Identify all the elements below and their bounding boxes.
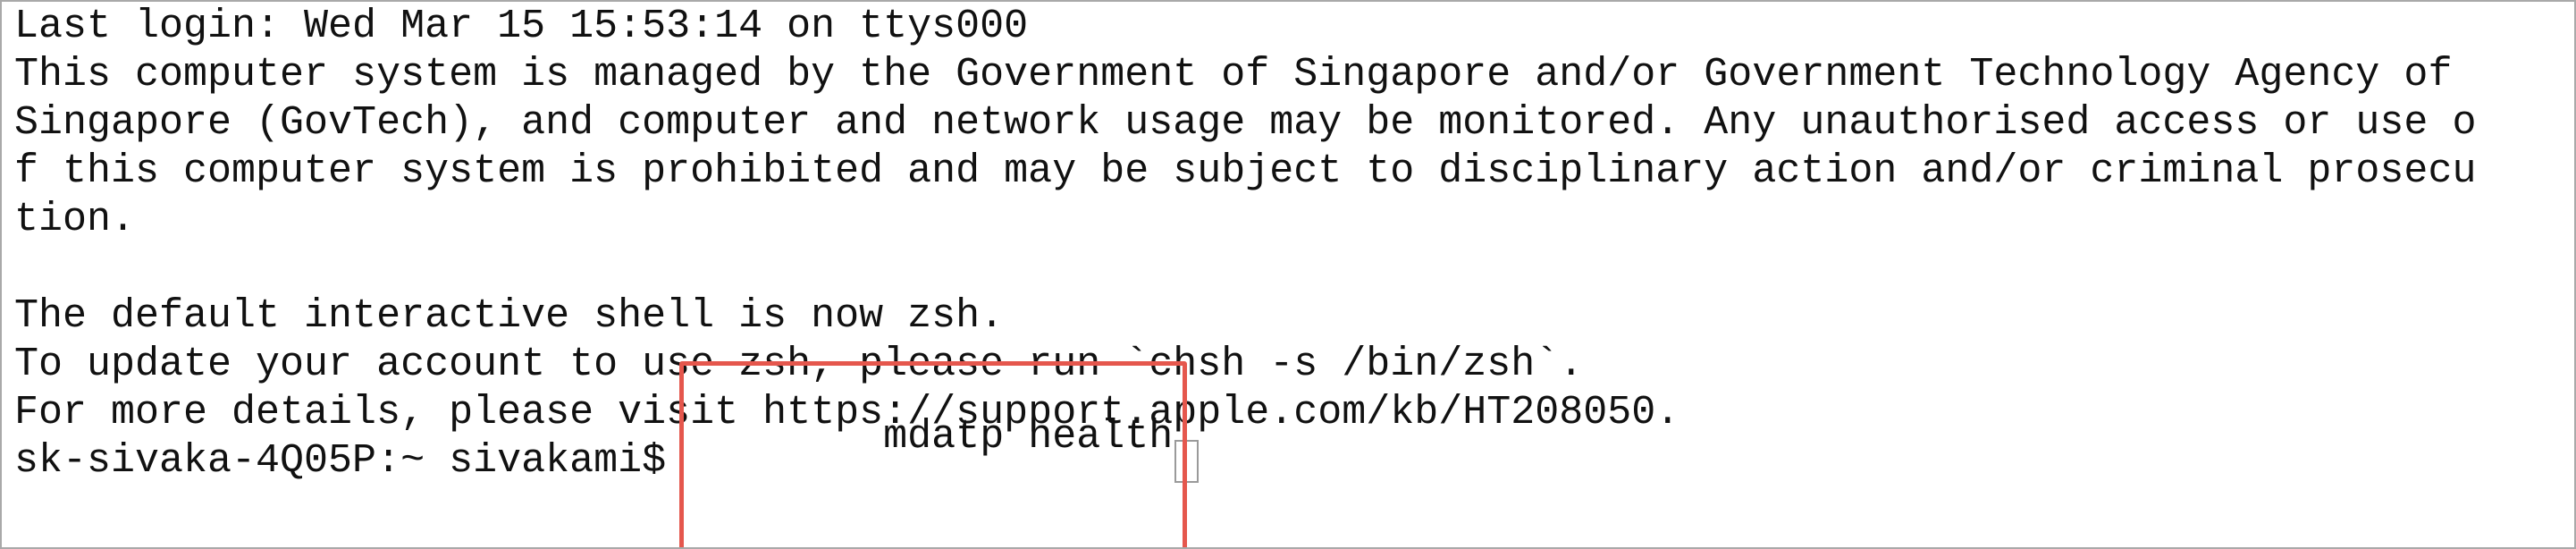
banner-line: f this computer system is prohibited and…	[14, 148, 2477, 194]
banner-line: Singapore (GovTech), and computer and ne…	[14, 100, 2477, 146]
terminal-window[interactable]: Last login: Wed Mar 15 15:53:14 on ttys0…	[0, 0, 2576, 549]
command-text: mdatp health	[883, 414, 1174, 460]
shell-prompt: sk-sivaka-4Q05P:~ sivakami$	[14, 438, 691, 484]
command-input[interactable]: mdatp health	[679, 361, 1188, 547]
shell-notice-line: To update your account to use zsh, pleas…	[14, 342, 1584, 387]
banner-line: tion.	[14, 197, 136, 242]
prompt-line[interactable]: sk-sivaka-4Q05P:~ sivakami$ mdatp health	[14, 361, 2565, 547]
terminal-output: Last login: Wed Mar 15 15:53:14 on ttys0…	[14, 3, 2565, 547]
banner-line: This computer system is managed by the G…	[14, 52, 2453, 97]
last-login-line: Last login: Wed Mar 15 15:53:14 on ttys0…	[14, 4, 1029, 49]
shell-notice-line: The default interactive shell is now zsh…	[14, 293, 1005, 339]
shell-notice-line: For more details, please visit https://s…	[14, 390, 1680, 435]
text-cursor	[1174, 440, 1200, 483]
